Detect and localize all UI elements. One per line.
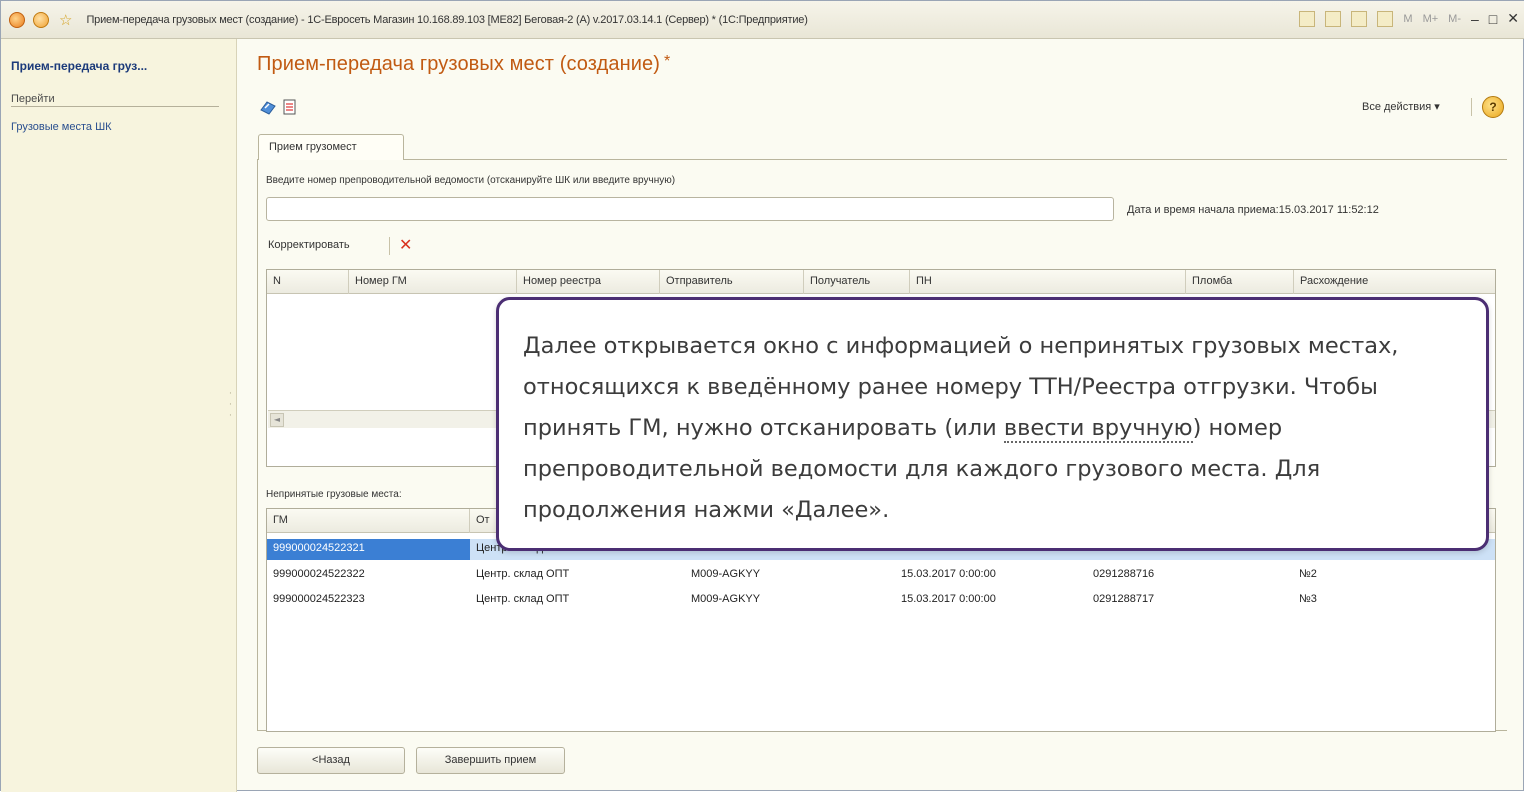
row-cargo-number: 999000024522321: [267, 539, 470, 560]
row-seal: №3: [1299, 593, 1317, 605]
column-header-seal[interactable]: Пломба: [1186, 270, 1294, 294]
row-registry: M009-AGKYY: [691, 568, 761, 580]
waybill-number-input[interactable]: [266, 197, 1114, 221]
column-header-registry-number[interactable]: Номер реестра: [517, 270, 660, 294]
delete-icon[interactable]: ✕: [399, 236, 412, 254]
sidebar-resize-grip[interactable]: · · ·: [229, 389, 232, 422]
toolbar-divider-2: [389, 237, 390, 255]
maximize-button[interactable]: □: [1489, 11, 1497, 27]
column-header-n[interactable]: N: [267, 270, 349, 294]
table-row[interactable]: 999000024522323 Центр. склад ОПТ M009-AG…: [267, 590, 1495, 611]
tab-receive-cargo[interactable]: Прием грузомест: [258, 134, 404, 160]
column-header-gm[interactable]: ГМ: [267, 509, 470, 533]
memory-mminus-button[interactable]: M-: [1448, 13, 1461, 25]
row-seal: №2: [1299, 568, 1317, 580]
app-window: ☆ Прием-передача грузовых мест (создание…: [0, 0, 1524, 792]
column-header-cargo-number[interactable]: Номер ГМ: [349, 270, 517, 294]
row-sender: Центр. склад ОПТ: [476, 568, 570, 580]
sidebar-item-cargo-barcodes[interactable]: Грузовые места ШК: [11, 121, 112, 133]
table-row[interactable]: 999000024522322 Центр. склад ОПТ M009-AG…: [267, 565, 1495, 586]
row-cargo-number: 999000024522322: [273, 568, 365, 580]
row-registry: M009-AGKYY: [691, 593, 761, 605]
receive-start-datetime: Дата и время начала приема:15.03.2017 11…: [1127, 204, 1379, 216]
column-header-discrepancy[interactable]: Расхождение: [1294, 270, 1495, 294]
all-actions-menu[interactable]: Все действия ▾: [1362, 100, 1440, 113]
row-date: 15.03.2017 0:00:00: [901, 568, 996, 580]
barcode-prompt-label: Введите номер препроводительной ведомост…: [266, 175, 676, 186]
finish-receiving-button[interactable]: Завершить прием: [416, 747, 565, 774]
page-title: Прием-передача грузовых мест (создание) *: [257, 53, 670, 76]
report-list-icon[interactable]: [281, 98, 299, 116]
tutorial-callout: Далее открывается окно с информацией о н…: [496, 297, 1489, 551]
calculator-icon[interactable]: [1351, 10, 1368, 27]
column-header-sender[interactable]: Отправитель: [660, 270, 804, 294]
close-button[interactable]: ✕: [1507, 10, 1519, 27]
tutorial-text: Далее открывается окно с информацией о н…: [523, 326, 1463, 531]
sidebar-title[interactable]: Прием-передача груз...: [11, 59, 147, 73]
title-bar: ☆ Прием-передача грузовых мест (создание…: [1, 1, 1524, 39]
app-logo-icon[interactable]: [9, 11, 25, 28]
row-pn: 0291288716: [1093, 568, 1155, 580]
history-icon[interactable]: [1325, 10, 1342, 27]
help-icon[interactable]: ?: [1482, 96, 1504, 118]
page-title-text: Прием-передача грузовых мест (создание): [257, 53, 661, 75]
unaccepted-cargo-label: Непринятые грузовые места:: [266, 489, 402, 500]
row-date: 15.03.2017 0:00:00: [901, 593, 996, 605]
sidebar: Прием-передача груз... Перейти Грузовые …: [1, 39, 237, 792]
window-title: Прием-передача грузовых мест (создание) …: [86, 13, 808, 26]
row-pn: 0291288717: [1093, 593, 1155, 605]
memory-m-button[interactable]: M: [1403, 13, 1412, 25]
sidebar-section-goto: Перейти: [11, 93, 219, 107]
scroll-left-icon[interactable]: ◄: [270, 413, 284, 427]
cargo-table-header: N Номер ГМ Номер реестра Отправитель Пол…: [267, 270, 1495, 294]
title-bar-controls: M M+ M- – □ ✕: [1299, 10, 1519, 27]
back-button[interactable]: <Назад: [257, 747, 405, 774]
favorites-star-icon[interactable]: ☆: [59, 12, 72, 28]
correct-button[interactable]: Корректировать: [268, 239, 350, 251]
post-document-icon[interactable]: [259, 98, 277, 116]
toolbar-divider: [1471, 98, 1472, 116]
column-header-pn[interactable]: ПН: [910, 270, 1186, 294]
favorites-icon[interactable]: [1299, 10, 1316, 27]
column-header-receiver[interactable]: Получатель: [804, 270, 910, 294]
minimize-button[interactable]: –: [1471, 11, 1479, 27]
row-sender: Центр. склад ОПТ: [476, 593, 570, 605]
tutorial-text-underlined: ввести вручную: [1003, 415, 1193, 443]
row-cargo-number: 999000024522323: [273, 593, 365, 605]
main-menu-icon[interactable]: [33, 11, 49, 28]
calendar-icon[interactable]: [1377, 10, 1394, 27]
memory-mplus-button[interactable]: M+: [1423, 13, 1439, 25]
modified-mark: *: [664, 53, 671, 70]
